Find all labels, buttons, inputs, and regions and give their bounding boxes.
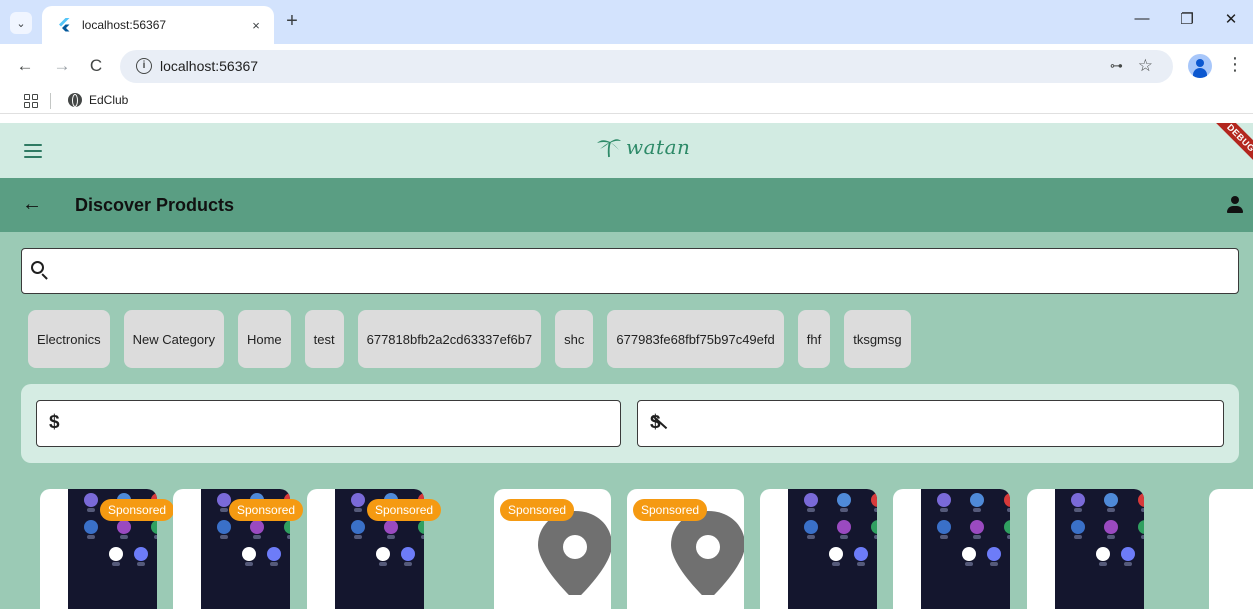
product-screenshot: [788, 489, 877, 609]
category-chip[interactable]: shc: [555, 310, 594, 368]
close-window-button[interactable]: ✕: [1219, 10, 1243, 28]
apps-grid-icon[interactable]: [24, 94, 38, 108]
product-card[interactable]: [1209, 489, 1253, 609]
max-price-field[interactable]: $: [637, 400, 1224, 447]
tab-search-button[interactable]: ⌄: [10, 12, 32, 34]
bookmark-edclub[interactable]: EdClub: [68, 93, 128, 107]
product-screenshot: [921, 489, 1010, 609]
category-chip[interactable]: fhf: [797, 310, 831, 368]
palm-icon: [597, 139, 621, 158]
product-card[interactable]: [760, 489, 877, 609]
category-chip[interactable]: 677983fe68fbf75b97c49efd: [607, 310, 784, 368]
bookmarks-bar: EdClub: [0, 88, 1253, 114]
back-button[interactable]: ←: [15, 56, 35, 76]
app-header: watan DEBUG: [0, 123, 1253, 178]
browser-tab-strip: ⌄ localhost:56367 × + — ❐ ✕: [0, 0, 1253, 44]
bookmark-separator: [50, 93, 51, 109]
menu-icon[interactable]: [24, 144, 42, 158]
browser-toolbar: ← → C i localhost:56367 ⊶ ☆ ⋮: [0, 44, 1253, 88]
flutter-icon: [59, 18, 70, 32]
sponsored-badge: Sponsored: [229, 499, 304, 521]
back-arrow-icon[interactable]: ←: [22, 194, 42, 214]
search-icon: [31, 261, 51, 281]
product-list: Sponsored Sponsored Sponsored Sponsored Spon…: [0, 489, 1253, 609]
person-icon[interactable]: [1227, 196, 1243, 214]
sponsored-badge: Sponsored: [367, 499, 442, 521]
product-card[interactable]: [893, 489, 1010, 609]
browser-menu-icon[interactable]: ⋮: [1226, 54, 1244, 75]
restore-button[interactable]: ❐: [1175, 10, 1199, 28]
profile-avatar[interactable]: [1188, 54, 1212, 78]
min-price-field[interactable]: $: [36, 400, 621, 447]
sponsored-badge: Sponsored: [633, 499, 708, 521]
password-key-icon[interactable]: ⊶: [1110, 58, 1123, 74]
bookmark-label: EdClub: [89, 93, 129, 107]
page-title: Discover Products: [75, 195, 235, 215]
address-bar[interactable]: i localhost:56367 ⊶ ☆: [120, 50, 1173, 83]
bookmark-star-icon[interactable]: ☆: [1138, 56, 1153, 76]
category-chips: Electronics New Category Home test 677818bfb…: [28, 310, 911, 368]
watan-logo: watan: [596, 135, 690, 159]
debug-banner: DEBUG: [1204, 123, 1253, 175]
category-chip[interactable]: New Category: [123, 310, 224, 368]
person-icon: [1196, 59, 1204, 67]
product-screenshot: [1055, 489, 1144, 609]
site-info-icon[interactable]: i: [136, 58, 152, 74]
app-viewport: watan DEBUG ← Discover Products Electron…: [0, 123, 1253, 609]
new-tab-button[interactable]: +: [282, 11, 302, 31]
dollar-icon: $: [49, 412, 60, 433]
chevron-down-icon: ⌄: [16, 17, 26, 30]
browser-tab[interactable]: localhost:56367 ×: [42, 6, 274, 44]
tab-close-icon[interactable]: ×: [248, 18, 264, 33]
category-chip[interactable]: Home: [237, 310, 291, 368]
reload-button[interactable]: C: [86, 56, 106, 76]
sponsored-badge: Sponsored: [100, 499, 175, 521]
logo-text: watan: [626, 135, 691, 159]
product-card[interactable]: [1027, 489, 1144, 609]
search-input[interactable]: [21, 248, 1239, 294]
category-chip[interactable]: tksgmsg: [844, 310, 911, 368]
url-text[interactable]: localhost:56367: [160, 58, 258, 74]
price-filter-panel: $ $: [21, 384, 1239, 463]
globe-icon: [68, 93, 82, 107]
category-chip[interactable]: test: [304, 310, 344, 368]
sponsored-badge: Sponsored: [500, 499, 575, 521]
app-bar: ← Discover Products: [0, 178, 1253, 232]
forward-button[interactable]: →: [52, 56, 72, 76]
minimize-button[interactable]: —: [1130, 10, 1154, 27]
category-chip[interactable]: 677818bfb2a2cd63337ef6b7: [357, 310, 542, 368]
tab-title: localhost:56367: [82, 18, 167, 32]
category-chip[interactable]: Electronics: [28, 310, 110, 368]
